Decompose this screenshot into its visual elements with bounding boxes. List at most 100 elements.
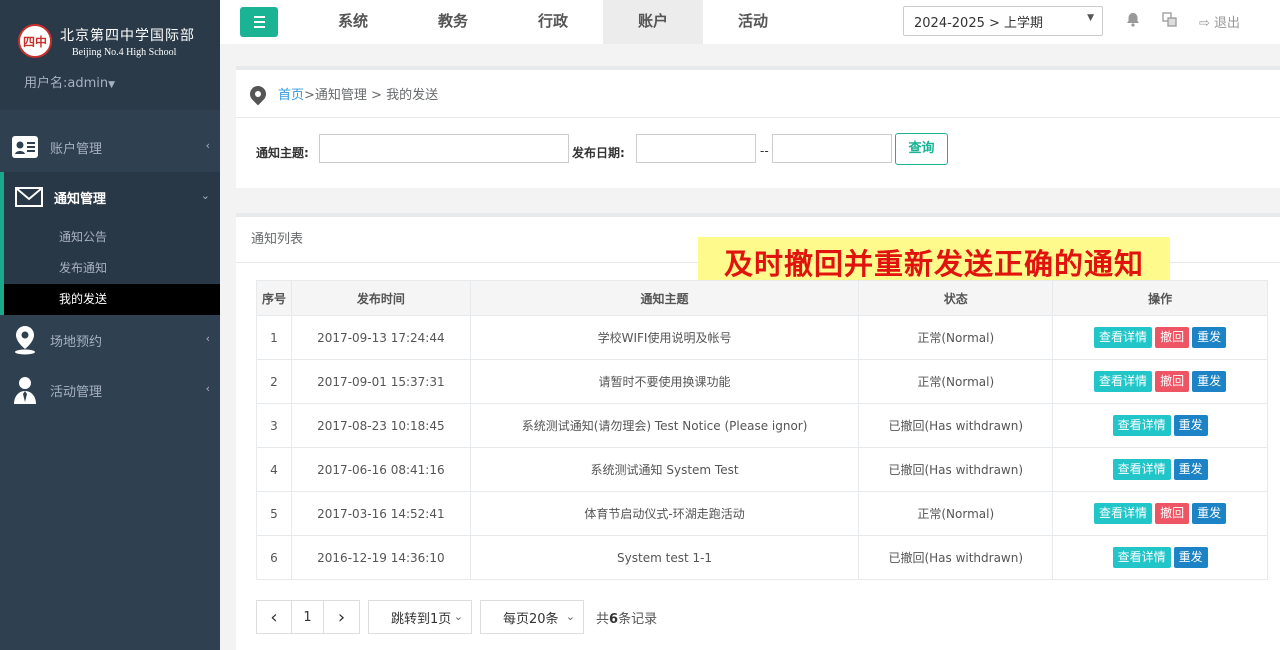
column-header: 发布时间	[290, 280, 471, 316]
prev-page-button[interactable]: ‹	[256, 600, 292, 634]
cell-subject: 请暂时不要使用换课功能	[469, 359, 860, 404]
table-row: 1 2017-09-13 17:24:44 学校WIFI使用说明及帐号 正常(N…	[256, 315, 1268, 360]
sidebar-item-label: 活动管理	[50, 384, 103, 400]
logout-label: 退出	[1214, 16, 1241, 31]
user-tie-icon	[0, 375, 50, 405]
cell-time: 2017-06-16 08:41:16	[290, 447, 471, 492]
translate-icon[interactable]	[1162, 12, 1177, 31]
resend-button[interactable]: 重发	[1192, 503, 1227, 524]
hamburger-icon	[253, 16, 265, 18]
cell-no: 1	[256, 315, 292, 360]
cell-ops: 查看详情 重发	[1052, 403, 1268, 448]
view-detail-button[interactable]: 查看详情	[1112, 415, 1171, 436]
jump-to-page-select[interactable]: 跳转到1页 ⌄	[368, 600, 472, 634]
cell-subject: System test 1-1	[469, 535, 860, 580]
tab-admin[interactable]: 行政	[503, 0, 603, 44]
resend-button[interactable]: 重发	[1173, 547, 1208, 568]
cell-no: 3	[256, 403, 292, 448]
chevron-right-icon: ›	[337, 606, 346, 628]
date-from-input[interactable]	[636, 134, 756, 163]
caret-down-icon: ▼	[108, 80, 116, 90]
next-page-button[interactable]: ›	[324, 600, 360, 634]
column-header: 状态	[858, 280, 1054, 316]
column-header: 通知主题	[469, 280, 860, 316]
view-detail-button[interactable]: 查看详情	[1094, 503, 1153, 524]
sidebar-subitem-publish[interactable]: 发布通知	[4, 253, 220, 284]
caret-down-icon: ▼	[1087, 13, 1094, 23]
notice-list-panel: 通知列表 及时撤回并重新发送正确的通知 序号 发布时间 通知主题 状态 操作 1…	[236, 213, 1280, 650]
sidebar-item-label: 场地预约	[50, 334, 103, 350]
page-size-value: 每页20条	[503, 611, 559, 627]
page-number-button[interactable]: 1	[292, 600, 324, 634]
sidebar-item-label: 通知管理	[54, 191, 107, 207]
notice-table: 序号 发布时间 通知主题 状态 操作 1 2017-09-13 17:24:44…	[256, 280, 1268, 580]
term-select[interactable]: 2024-2025 > 上学期 ▼	[903, 6, 1103, 36]
resend-button[interactable]: 重发	[1192, 327, 1227, 348]
sidebar-subitem-my-sent[interactable]: 我的发送	[4, 284, 220, 315]
cell-status: 正常(Normal)	[858, 315, 1054, 360]
cell-subject: 系统测试通知 System Test	[469, 447, 860, 492]
sidebar-item-activity[interactable]: 活动管理 ‹	[0, 365, 220, 415]
cell-status: 正常(Normal)	[858, 359, 1054, 404]
jump-to-page-value: 跳转到1页	[391, 611, 452, 627]
total-records: 共6条记录	[596, 608, 657, 627]
school-logo-text: 四中	[22, 34, 47, 49]
total-count: 6	[609, 611, 619, 627]
recall-button[interactable]: 撤回	[1155, 503, 1190, 524]
cell-time: 2017-03-16 14:52:41	[290, 491, 471, 536]
tab-system[interactable]: 系统	[303, 0, 403, 44]
resend-button[interactable]: 重发	[1173, 415, 1208, 436]
date-to-input[interactable]	[772, 134, 892, 163]
sidebar-subitem-announcements[interactable]: 通知公告	[4, 222, 220, 253]
id-card-icon	[0, 135, 50, 159]
subject-input[interactable]	[319, 134, 569, 163]
hamburger-line	[253, 26, 265, 28]
cell-time: 2017-09-13 17:24:44	[290, 315, 471, 360]
query-button[interactable]: 查询	[895, 133, 948, 165]
sidebar-item-venue[interactable]: 场地预约 ‹	[0, 315, 220, 365]
view-detail-button[interactable]: 查看详情	[1112, 459, 1171, 480]
recall-button[interactable]: 撤回	[1155, 371, 1190, 392]
tab-activity[interactable]: 活动	[703, 0, 803, 44]
logout-button[interactable]: ⇨ 退出	[1199, 12, 1240, 31]
table-row: 5 2017-03-16 14:52:41 体育节启动仪式-环湖走跑活动 正常(…	[256, 491, 1268, 536]
module-tabs: 系统 教务 行政 账户 活动	[303, 0, 803, 44]
school-logo: 四中	[18, 24, 52, 58]
tab-academic[interactable]: 教务	[403, 0, 503, 44]
menu-toggle-button[interactable]	[240, 7, 278, 37]
bell-icon[interactable]	[1126, 12, 1140, 31]
sidebar-item-account[interactable]: 账户管理 ‹	[0, 122, 220, 172]
tab-account[interactable]: 账户	[603, 0, 703, 44]
breadcrumb-home-link[interactable]: 首页	[278, 84, 304, 103]
search-form: 通知主题: 发布日期: -- 查询	[236, 118, 1280, 188]
cell-status: 已撤回(Has withdrawn)	[858, 447, 1054, 492]
page-size-select[interactable]: 每页20条 ⌄	[480, 600, 584, 634]
sidebar: 四中 北京第四中学国际部 Beijing No.4 High School 用户…	[0, 0, 220, 650]
cell-subject: 体育节启动仪式-环湖走跑活动	[469, 491, 860, 536]
chevron-left-icon: ‹	[205, 332, 210, 345]
resend-button[interactable]: 重发	[1173, 459, 1208, 480]
view-detail-button[interactable]: 查看详情	[1112, 547, 1171, 568]
school-name-cn: 北京第四中学国际部	[60, 27, 195, 44]
sidebar-item-notice[interactable]: 通知管理 ⌄	[4, 172, 220, 222]
sign-out-icon: ⇨	[1199, 16, 1210, 31]
cell-time: 2016-12-19 14:36:10	[290, 535, 471, 580]
user-menu[interactable]: 用户名:admin▼	[24, 72, 220, 91]
cell-status: 正常(Normal)	[858, 491, 1054, 536]
recall-button[interactable]: 撤回	[1155, 327, 1190, 348]
map-marker-icon	[0, 325, 50, 355]
column-header: 序号	[256, 280, 292, 316]
cell-subject: 系统测试通知(请勿理会) Test Notice (Please ignor)	[469, 403, 860, 448]
chevron-down-icon: ⌄	[565, 610, 575, 623]
view-detail-button[interactable]: 查看详情	[1094, 371, 1153, 392]
nav-group-activity: 活动管理 ‹	[0, 365, 220, 415]
table-row: 3 2017-08-23 10:18:45 系统测试通知(请勿理会) Test …	[256, 403, 1268, 448]
view-detail-button[interactable]: 查看详情	[1094, 327, 1153, 348]
resend-button[interactable]: 重发	[1192, 371, 1227, 392]
cell-ops: 查看详情 重发	[1052, 535, 1268, 580]
username-label: 用户名:admin	[24, 76, 109, 91]
envelope-icon	[4, 187, 54, 207]
breadcrumb-path: >通知管理 > 我的发送	[304, 88, 439, 103]
date-label: 发布日期:	[572, 146, 625, 160]
cell-ops: 查看详情 重发	[1052, 447, 1268, 492]
